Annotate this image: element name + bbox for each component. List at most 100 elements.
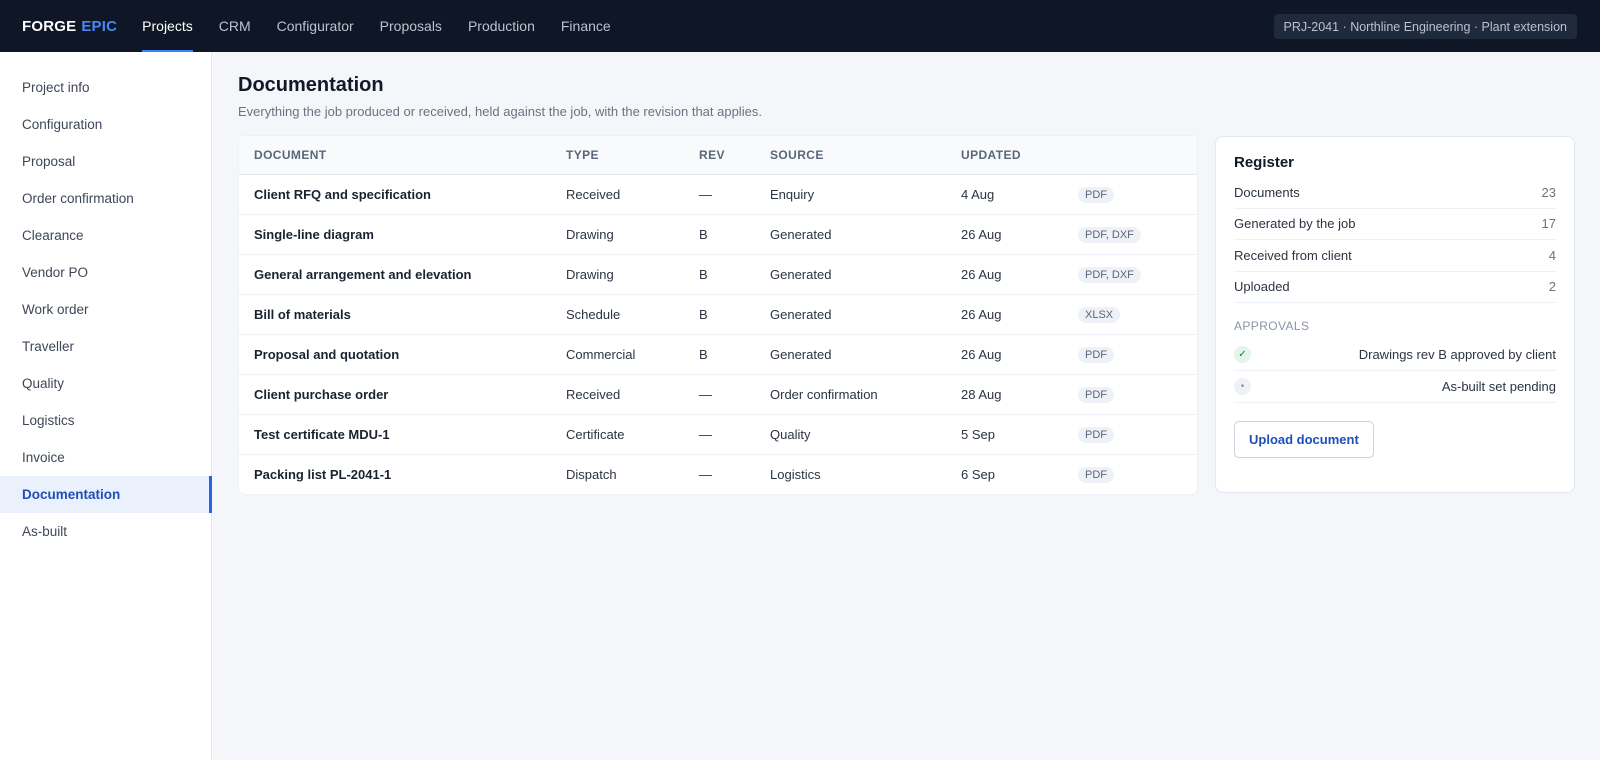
page-title: Documentation: [238, 74, 384, 96]
upload-document-button[interactable]: Upload document: [1234, 421, 1374, 458]
sidebar-item-logistics[interactable]: Logistics: [0, 402, 211, 439]
sidebar-item-order-confirmation[interactable]: Order confirmation: [0, 180, 211, 217]
cell-document[interactable]: Client purchase order: [239, 374, 566, 415]
table-row[interactable]: General arrangement and elevation Drawin…: [239, 254, 1197, 295]
sidebar-item-configuration[interactable]: Configuration: [0, 106, 211, 143]
sidebar-item-traveller[interactable]: Traveller: [0, 328, 211, 365]
topnav-configurator[interactable]: Configurator: [264, 0, 367, 52]
format-badge[interactable]: PDF, DXF: [1078, 266, 1141, 283]
cell-document[interactable]: Bill of materials: [239, 294, 566, 335]
cell-document[interactable]: Single-line diagram: [239, 214, 566, 255]
cell-updated: 5 Sep: [961, 414, 1078, 455]
topnav-projects[interactable]: Projects: [129, 0, 206, 52]
cell-rev: —: [699, 174, 770, 215]
cell-rev: B: [699, 254, 770, 295]
cell-format: PDF: [1078, 334, 1197, 375]
topnav-crm[interactable]: CRM: [206, 0, 264, 52]
top-bar: FORGE EPIC Projects CRM Configurator Prop…: [0, 0, 1600, 52]
table-row[interactable]: Single-line diagram Drawing B Generated …: [239, 214, 1197, 255]
cell-source: Enquiry: [770, 174, 961, 215]
approval-label: As-built set pending: [1441, 379, 1556, 394]
cell-type: Certificate: [566, 414, 699, 455]
register-stat-generated: Generated by the job 17: [1234, 209, 1556, 240]
cell-format: PDF: [1078, 174, 1197, 215]
documents-table: DOCUMENT TYPE REV SOURCE UPDATED Client …: [239, 136, 1197, 494]
cell-updated: 6 Sep: [961, 466, 995, 482]
cell-type: Commercial: [566, 334, 699, 375]
stat-label: Generated by the job: [1234, 216, 1356, 232]
cell-updated: 26 Aug: [961, 254, 1078, 295]
cell-source: Generated: [770, 294, 961, 335]
table-row[interactable]: Client purchase order Received — Order c…: [239, 374, 1197, 415]
cell-updated: 28 Aug: [961, 374, 1078, 415]
approval-item-as-built: • As-built set pending: [1234, 371, 1556, 403]
pending-dot-icon: •: [1234, 378, 1251, 395]
col-header-source[interactable]: SOURCE: [770, 136, 961, 175]
format-badge[interactable]: PDF: [1078, 466, 1114, 483]
col-header-rev[interactable]: REV: [699, 136, 770, 175]
cell-format: PDF, DXF: [1078, 214, 1197, 255]
topnav-production[interactable]: Production: [455, 0, 548, 52]
cell-source: Generated: [770, 254, 961, 295]
register-panel: Register Documents 23 Generated by the j…: [1215, 136, 1575, 493]
cell-rev: —: [699, 414, 770, 455]
sidebar-item-clearance[interactable]: Clearance: [0, 217, 211, 254]
cell-document[interactable]: Client RFQ and specification: [239, 174, 566, 215]
cell-source: Quality: [770, 414, 961, 455]
format-badge[interactable]: PDF: [1078, 186, 1114, 203]
format-badge[interactable]: PDF, DXF: [1078, 226, 1141, 243]
cell-updated: 26 Aug: [961, 334, 1078, 375]
register-stat-uploaded: Uploaded 2: [1234, 272, 1556, 303]
format-badge[interactable]: PDF: [1078, 386, 1114, 403]
cell-rev: B: [699, 294, 770, 335]
top-nav: Projects CRM Configurator Proposals Prod…: [129, 0, 624, 52]
table-row[interactable]: Test certificate MDU-1 Certificate — Qua…: [239, 414, 1197, 455]
cell-document[interactable]: Test certificate MDU-1: [239, 414, 566, 455]
stat-label: Received from client: [1234, 247, 1352, 263]
col-header-document[interactable]: DOCUMENT: [239, 136, 566, 175]
project-chip[interactable]: PRJ-2041 · Northline Engineering · Plant…: [1273, 14, 1577, 39]
col-header-format: [1078, 136, 1197, 175]
stat-value: 23: [1541, 184, 1556, 200]
stat-value: 2: [1548, 279, 1556, 295]
sidebar-item-as-built[interactable]: As-built: [0, 513, 211, 550]
cell-document[interactable]: General arrangement and elevation: [239, 254, 566, 295]
col-header-updated[interactable]: UPDATED: [961, 136, 1078, 175]
cell-rev: —: [699, 374, 770, 415]
cell-type: Schedule: [566, 294, 699, 335]
format-badge[interactable]: PDF: [1078, 346, 1114, 363]
cell-document[interactable]: Proposal and quotation: [239, 334, 566, 375]
cell-updated: 4 Aug: [961, 174, 1078, 215]
cell-document[interactable]: Packing list PL-2041-1: [239, 454, 566, 494]
register-stat-received: Received from client 4: [1234, 240, 1556, 272]
cell-updated: 26 Aug: [961, 294, 1078, 335]
table-row[interactable]: Packing list PL-2041-1 Dispatch — Logist…: [239, 454, 1197, 494]
cell-source: Logistics: [770, 466, 821, 482]
approvals-heading: APPROVALS: [1234, 319, 1310, 333]
table-row[interactable]: Client RFQ and specification Received — …: [239, 174, 1197, 215]
table-row[interactable]: Bill of materials Schedule B Generated 2…: [239, 294, 1197, 335]
sidebar-item-work-order[interactable]: Work order: [0, 291, 211, 328]
format-badge[interactable]: PDF: [1078, 426, 1114, 443]
topnav-finance[interactable]: Finance: [548, 0, 624, 52]
main-content: Documentation Everything the job produce…: [238, 52, 1578, 495]
col-header-type[interactable]: TYPE: [566, 136, 699, 175]
table-row[interactable]: Proposal and quotation Commercial B Gene…: [239, 334, 1197, 375]
cell-source: Generated: [770, 334, 961, 375]
cell-type: Dispatch: [566, 466, 617, 482]
sidebar-item-proposal[interactable]: Proposal: [0, 143, 211, 180]
cell-rev: B: [699, 214, 770, 255]
cell-rev: B: [699, 334, 770, 375]
topnav-proposals[interactable]: Proposals: [367, 0, 455, 52]
brand-accent: EPIC: [81, 17, 118, 35]
brand-logo[interactable]: FORGE EPIC: [22, 18, 117, 35]
sidebar-item-vendor-po[interactable]: Vendor PO: [0, 254, 211, 291]
cell-type: Received: [566, 374, 699, 415]
sidebar-item-invoice[interactable]: Invoice: [0, 439, 211, 476]
sidebar-item-project-info[interactable]: Project info: [0, 69, 211, 106]
format-badge[interactable]: XLSX: [1078, 306, 1121, 323]
sidebar-item-documentation[interactable]: Documentation: [0, 476, 212, 513]
register-stat-documents: Documents 23: [1234, 177, 1556, 209]
brand-name: FORGE: [22, 17, 77, 35]
sidebar-item-quality[interactable]: Quality: [0, 365, 211, 402]
